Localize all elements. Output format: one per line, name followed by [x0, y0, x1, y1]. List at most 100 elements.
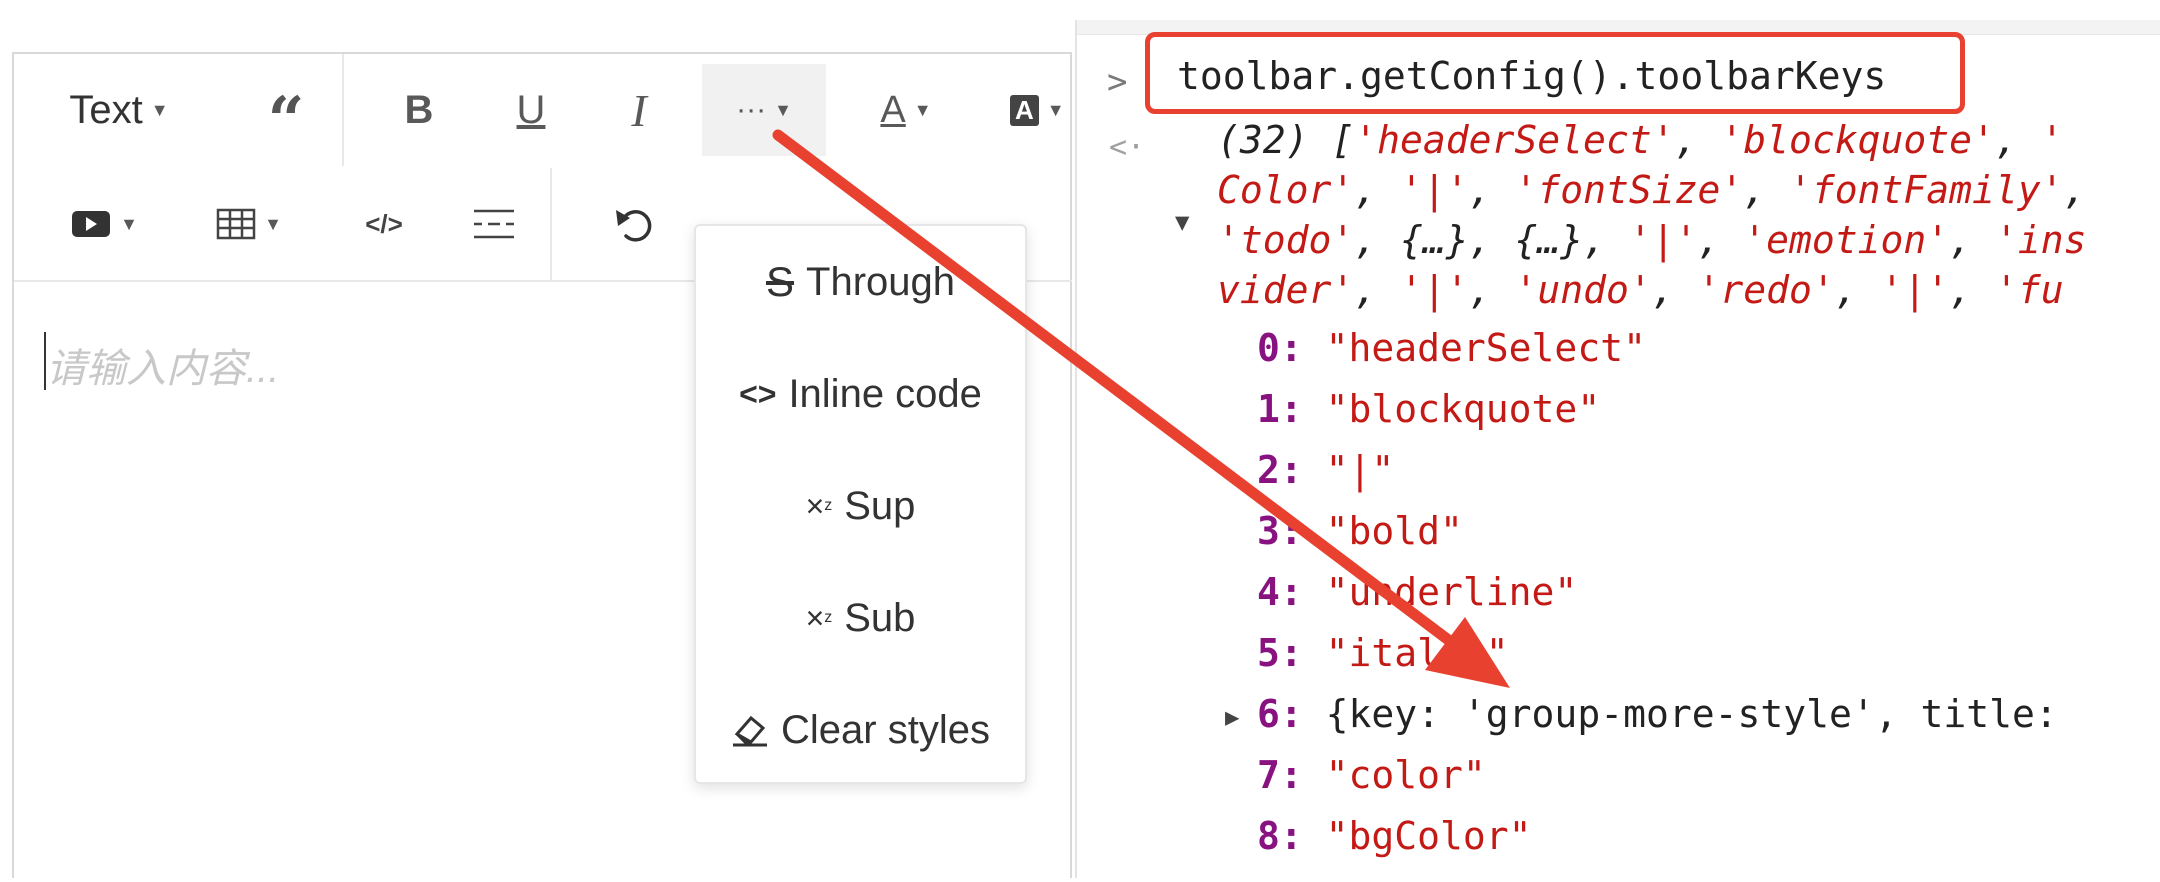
- rich-text-editor: Text ▼ “ B U I ··· ▼ A ▼ A ▼ ▼ ▼ </> 请输入…: [12, 52, 1072, 878]
- code-block-icon: </>: [365, 208, 403, 239]
- summary-sep: ,: [1651, 268, 1698, 312]
- entry-key: 6: [1257, 692, 1280, 736]
- chevron-down-icon: ▼: [1046, 99, 1065, 120]
- header-select-button[interactable]: Text ▼: [54, 54, 184, 166]
- menu-item-label: Sub: [844, 595, 916, 640]
- summary-prefix: (32) [: [1217, 118, 1355, 162]
- entry-key: 8: [1257, 814, 1280, 858]
- bold-button[interactable]: B: [384, 54, 454, 166]
- console-prompt-icon: >: [1107, 62, 1128, 102]
- toolbar-separator: [550, 168, 552, 280]
- array-summary-line[interactable]: (32) ['headerSelect', 'blockquote', ': [1217, 118, 2064, 162]
- summary-sep: ,: [1949, 268, 1995, 312]
- entry-value: "|": [1325, 448, 1395, 492]
- menu-item-label: Clear styles: [781, 707, 990, 752]
- table-icon: [216, 208, 256, 240]
- underline-button[interactable]: U: [496, 54, 566, 166]
- devtools-console: > toolbar.getConfig().toolbarKeys <· (32…: [1075, 20, 2160, 878]
- inline-code-icon: <>: [739, 375, 777, 412]
- undo-icon: [616, 210, 652, 242]
- entry-value: "bgColor": [1325, 814, 1532, 858]
- video-button[interactable]: ▼: [59, 168, 149, 280]
- summary-value: 'fontSize': [1514, 168, 1744, 212]
- menu-item-sup[interactable]: × z Sup: [696, 450, 1025, 562]
- italic-icon: I: [631, 84, 647, 136]
- table-button[interactable]: ▼: [204, 168, 294, 280]
- summary-value: 'emotion': [1743, 218, 1950, 262]
- toolbar-separator: [342, 54, 344, 166]
- more-style-dropdown: S Through <> Inline code × z Sup × z Sub C…: [694, 224, 1027, 784]
- entry-key: 1: [1257, 387, 1280, 431]
- header-select-label: Text: [69, 87, 143, 132]
- quote-icon: “: [267, 83, 305, 158]
- entry-key: 4: [1257, 570, 1280, 614]
- console-result-icon: <·: [1109, 130, 1146, 165]
- summary-value: Color': [1217, 168, 1355, 212]
- summary-value: 'ins: [1994, 218, 2087, 262]
- summary-value: vider': [1217, 268, 1355, 312]
- more-style-button[interactable]: ··· ▼: [702, 64, 826, 156]
- summary-value: 'fu: [1994, 268, 2064, 312]
- chevron-down-icon: ▼: [150, 99, 169, 120]
- underline-icon: U: [516, 87, 546, 132]
- summary-sep: ,: [1697, 218, 1744, 262]
- summary-sep: ,: [1674, 118, 1721, 162]
- array-summary-line: Color', '|', 'fontSize', 'fontFamily',: [1217, 168, 2086, 212]
- summary-value: 'fontFamily': [1789, 168, 2064, 212]
- summary-sep: ,: [1834, 268, 1881, 312]
- summary-value: 'headerSelect': [1354, 118, 1675, 162]
- entry-key: 5: [1257, 631, 1280, 675]
- entry-value: "bold": [1325, 509, 1463, 553]
- expand-triangle-icon[interactable]: ▼: [1175, 208, 1189, 236]
- console-command[interactable]: toolbar.getConfig().toolbarKeys: [1177, 54, 1886, 98]
- divider-icon: [474, 209, 514, 239]
- summary-sep: ,: [1468, 268, 1515, 312]
- array-entry: 2: "|": [1257, 448, 1395, 492]
- superscript-icon: × z: [805, 487, 833, 524]
- summary-sep: ,: [1583, 218, 1629, 262]
- summary-sep: ,: [1468, 218, 1515, 262]
- array-entry: 3: "bold": [1257, 509, 1463, 553]
- chevron-down-icon: ▼: [120, 213, 138, 234]
- summary-value: 'redo': [1697, 268, 1835, 312]
- summary-value: '|': [1400, 268, 1469, 312]
- summary-value: 'undo': [1514, 268, 1652, 312]
- subscript-icon: × z: [805, 599, 833, 636]
- array-entry: 5: "italic": [1257, 631, 1509, 675]
- summary-sep: ,: [1949, 218, 1995, 262]
- expand-triangle-icon[interactable]: ▶: [1225, 703, 1239, 731]
- summary-sep: ,: [1994, 118, 2041, 162]
- summary-sep: ,: [1354, 268, 1401, 312]
- font-color-button[interactable]: A ▼: [866, 54, 946, 166]
- menu-item-through[interactable]: S Through: [696, 226, 1025, 338]
- summary-sep: ,: [1468, 168, 1515, 212]
- summary-sep: ,: [1354, 168, 1401, 212]
- summary-value: 'blockquote': [1720, 118, 1995, 162]
- menu-item-sub[interactable]: × z Sub: [696, 562, 1025, 674]
- menu-item-label: Sup: [844, 483, 916, 528]
- divider-button[interactable]: [454, 168, 534, 280]
- blockquote-button[interactable]: “: [246, 54, 326, 166]
- array-summary-line: vider', '|', 'undo', 'redo', '|', 'fu: [1217, 268, 2064, 312]
- summary-value: ': [2040, 118, 2064, 162]
- summary-value: 'todo': [1217, 218, 1355, 262]
- menu-item-clear-styles[interactable]: Clear styles: [696, 674, 1025, 786]
- menu-item-inline-code[interactable]: <> Inline code: [696, 338, 1025, 450]
- entry-value: "blockquote": [1325, 387, 1601, 431]
- entry-value: "color": [1325, 753, 1486, 797]
- entry-value: "italic": [1325, 631, 1509, 675]
- summary-value: {…}: [1514, 218, 1584, 262]
- eraser-icon: [733, 715, 768, 747]
- undo-button[interactable]: [594, 168, 674, 280]
- summary-value: '|': [1628, 218, 1698, 262]
- summary-value: '|': [1880, 268, 1950, 312]
- array-entry-object[interactable]: 6: {key: 'group-more-style', title:: [1257, 692, 2058, 736]
- summary-value: {…}: [1400, 218, 1469, 262]
- editor-placeholder: 请输入内容...: [46, 347, 280, 391]
- entry-value: "headerSelect": [1325, 326, 1646, 370]
- bg-color-button[interactable]: A ▼: [1010, 54, 1074, 166]
- italic-button[interactable]: I: [604, 54, 674, 166]
- code-block-button[interactable]: </>: [344, 168, 424, 280]
- array-entry: 8: "bgColor": [1257, 814, 1532, 858]
- font-color-icon: A: [880, 88, 906, 131]
